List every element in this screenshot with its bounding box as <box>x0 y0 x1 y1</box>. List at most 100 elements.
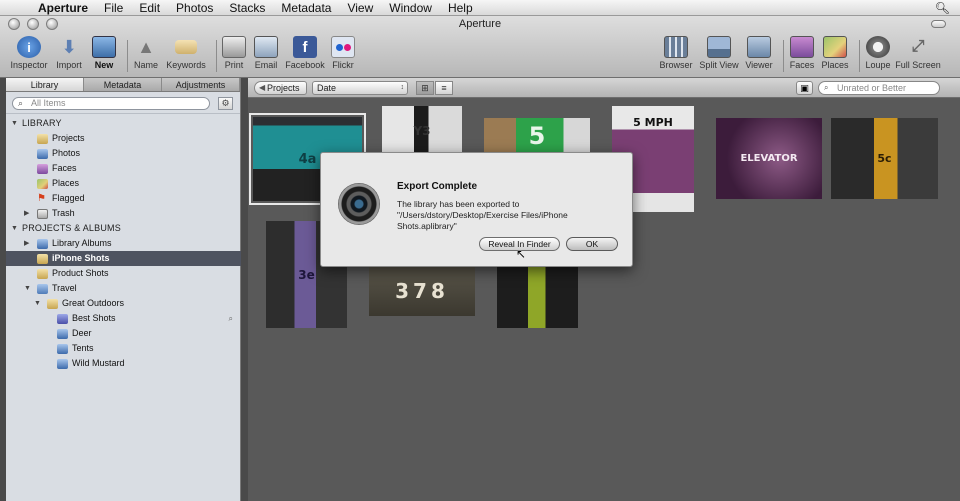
facebook-label: Facebook <box>285 60 325 70</box>
split-view-button[interactable]: Split View <box>697 36 741 70</box>
window-chrome: Aperture i Inspector ⬇ Import New ▲ Name… <box>0 16 960 78</box>
sidebar-item-wild-mustard[interactable]: Wild Mustard <box>6 356 241 371</box>
import-arrow-icon: ⬇ <box>61 36 77 57</box>
flag-icon: ⚑ <box>37 193 46 204</box>
menu-file[interactable]: File <box>96 1 131 15</box>
sidebar-item-flagged[interactable]: ⚑ Flagged <box>6 191 241 206</box>
menu-photos[interactable]: Photos <box>168 1 221 15</box>
full-screen-arrows-icon: ⤢ <box>911 38 925 55</box>
menu-window[interactable]: Window <box>381 1 440 15</box>
flickr-label: Flickr <box>332 60 354 70</box>
sidebar-item-travel[interactable]: ▼ Travel <box>6 281 241 296</box>
loupe-icon <box>866 36 890 58</box>
spotlight-search-icon[interactable]: 🔍︎ <box>935 1 950 15</box>
photo-thumbnail[interactable]: 5c <box>831 118 938 199</box>
name-button[interactable]: ▲ Name <box>124 36 168 71</box>
menu-stacks[interactable]: Stacks <box>221 1 273 15</box>
print-label: Print <box>224 60 244 70</box>
library-section-header[interactable]: ▼ LIBRARY <box>6 116 241 131</box>
tab-library[interactable]: Library <box>6 78 84 91</box>
folder-icon <box>37 284 48 294</box>
menu-metadata[interactable]: Metadata <box>273 1 339 15</box>
smart-settings-search-icon[interactable]: ⌕ <box>229 311 233 326</box>
breadcrumb-label: Projects <box>267 83 300 93</box>
places-button[interactable]: Places <box>813 36 857 70</box>
split-view-icon <box>707 36 731 58</box>
photo-thumbnail[interactable]: 378 <box>369 266 475 316</box>
thumbnail-caption: 5c <box>877 152 892 165</box>
browser-view-button[interactable]: Browser <box>654 36 698 70</box>
menu-view[interactable]: View <box>339 1 381 15</box>
sidebar-item-product-shots[interactable]: Product Shots <box>6 266 241 281</box>
faces-icon <box>790 36 814 58</box>
aperture-lens-icon <box>338 183 380 225</box>
tab-adjustments[interactable]: Adjustments <box>162 78 240 91</box>
keywords-button[interactable]: Keywords <box>164 36 208 70</box>
new-button[interactable]: New <box>82 36 126 70</box>
loupe-label: Loupe <box>865 60 891 70</box>
product-shots-label: Product Shots <box>52 268 109 278</box>
menu-edit[interactable]: Edit <box>131 1 168 15</box>
action-menu-button[interactable]: ⚙ <box>218 97 233 110</box>
menu-help[interactable]: Help <box>440 1 481 15</box>
sidebar-item-best-shots[interactable]: Best Shots ⌕ <box>6 311 241 326</box>
album-icon <box>57 344 68 354</box>
rating-filter-input[interactable]: ⌕ Unrated or Better <box>818 81 940 95</box>
photo-thumbnail[interactable]: ELEVATOR <box>716 118 822 199</box>
photo-thumbnail[interactable] <box>497 266 578 328</box>
tab-metadata[interactable]: Metadata <box>84 78 162 91</box>
photo-thumbnail[interactable]: 5 <box>484 118 590 154</box>
facebook-icon: f <box>293 36 317 58</box>
loupe-button[interactable]: Loupe <box>856 36 900 70</box>
sidebar-item-trash[interactable]: ▶ Trash <box>6 206 241 221</box>
list-view-button[interactable]: ≡ <box>435 81 453 95</box>
photo-thumbnail[interactable]: Y3 <box>382 106 462 156</box>
grid-view-button[interactable]: ⊞ <box>416 81 434 95</box>
flickr-button[interactable]: Flickr <box>321 36 365 70</box>
album-icon <box>57 329 68 339</box>
sidebar-item-tents[interactable]: Tents <box>6 341 241 356</box>
keywords-label: Keywords <box>166 60 206 70</box>
email-button[interactable]: Email <box>244 36 288 70</box>
smart-album-icon <box>57 314 68 324</box>
window-title: Aperture <box>458 18 502 30</box>
sidebar-item-faces[interactable]: Faces <box>6 161 241 176</box>
projects-header-label: PROJECTS & ALBUMS <box>22 223 121 233</box>
split-view-label: Split View <box>699 60 739 70</box>
viewer-button[interactable]: Viewer <box>737 36 781 70</box>
sidebar-item-iphone-shots[interactable]: iPhone Shots <box>6 251 241 266</box>
photos-icon <box>37 149 48 159</box>
export-complete-dialog: Export Complete The library has been exp… <box>320 152 633 267</box>
sidebar-item-library-albums[interactable]: ▶ Library Albums <box>6 236 241 251</box>
toolbar-toggle-button[interactable] <box>931 20 946 28</box>
ok-button[interactable]: OK <box>566 237 618 251</box>
wild-mustard-label: Wild Mustard <box>72 358 125 368</box>
sidebar-item-places[interactable]: Places <box>6 176 241 191</box>
inspector-button[interactable]: i Inspector <box>7 36 51 70</box>
projects-label: Projects <box>52 133 85 143</box>
filter-hud-button[interactable]: ▣ <box>796 81 813 95</box>
person-icon: ▲ <box>137 36 155 57</box>
library-header-label: LIBRARY <box>22 118 62 128</box>
disclosure-down-icon: ▼ <box>11 120 19 127</box>
sidebar-item-photos[interactable]: Photos <box>6 146 241 161</box>
trash-label: Trash <box>52 208 75 218</box>
full-screen-button[interactable]: ⤢ Full Screen <box>895 36 941 70</box>
toolbar: i Inspector ⬇ Import New ▲ Name Keywords… <box>0 34 960 78</box>
sort-select[interactable]: Date ↕ <box>312 81 408 95</box>
project-icon <box>47 299 58 309</box>
photos-label: Photos <box>52 148 81 158</box>
full-screen-label: Full Screen <box>895 60 941 70</box>
projects-breadcrumb-button[interactable]: ◀ Projects <box>254 81 307 95</box>
menu-app[interactable]: Aperture <box>30 1 96 15</box>
sidebar-item-great-outdoors[interactable]: ▼ Great Outdoors <box>6 296 241 311</box>
album-icon <box>57 359 68 369</box>
browser-toolbar: ◀ Projects Date ↕ ⊞ ≡ ▣ ⌕ Unrated or Bet… <box>248 78 960 98</box>
disclosure-right-icon: ▶ <box>24 240 30 247</box>
library-search-input[interactable]: ⌕ All Items <box>12 97 210 110</box>
sidebar-item-deer[interactable]: Deer <box>6 326 241 341</box>
disclosure-down-icon: ▼ <box>24 285 31 292</box>
projects-section-header[interactable]: ▼ PROJECTS & ALBUMS <box>6 221 241 236</box>
search-icon: ⌕ <box>824 83 829 92</box>
sidebar-item-projects[interactable]: Projects <box>6 131 241 146</box>
